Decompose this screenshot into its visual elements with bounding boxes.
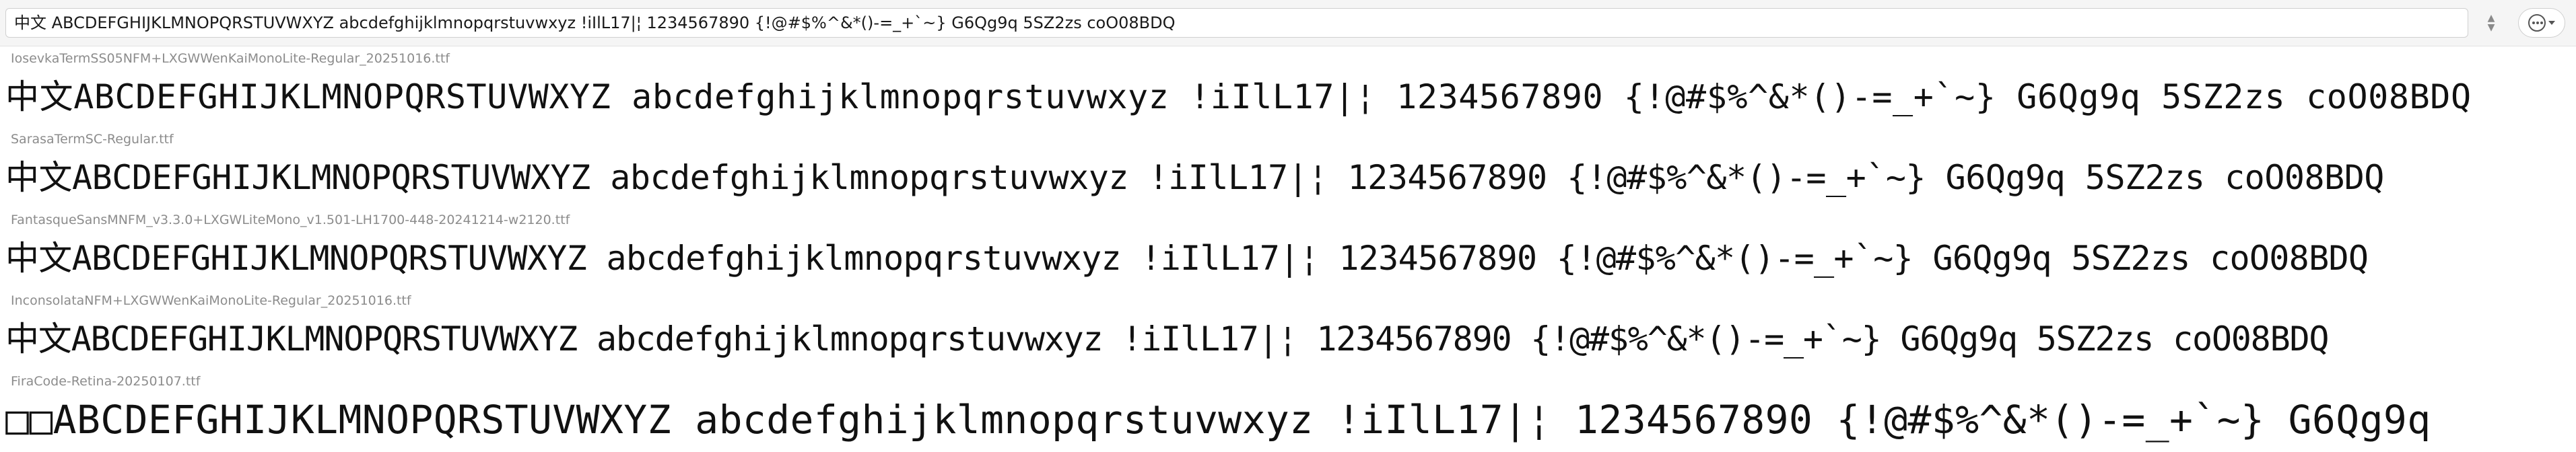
font-preview-text: 中文ABCDEFGHIJKLMNOPQRSTUVWXYZ abcdefghijk… [5, 77, 2472, 116]
chevron-up-icon[interactable]: ▲ [2488, 13, 2495, 23]
font-file-name: InconsolataNFM+LXGWWenKaiMonoLite-Regula… [11, 293, 411, 308]
font-file-name: IosevkaTermSS05NFM+LXGWWenKaiMonoLite-Re… [11, 51, 450, 66]
more-options-button[interactable] [2518, 8, 2565, 38]
font-preview-text: 中文ABCDEFGHIJKLMNOPQRSTUVWXYZ abcdefghijk… [5, 319, 2329, 359]
font-preview-text: 中文ABCDEFGHIJKLMNOPQRSTUVWXYZ abcdefghijk… [5, 158, 2384, 197]
font-sample: InconsolataNFM+LXGWWenKaiMonoLite-Regula… [0, 289, 2576, 370]
size-stepper[interactable]: ▲ ▼ [2478, 9, 2505, 36]
font-preview-text: 中文ABCDEFGHIJKLMNOPQRSTUVWXYZ abcdefghijk… [5, 239, 2369, 278]
font-file-name: SarasaTermSC-Regular.ttf [11, 132, 174, 147]
sample-text-input[interactable]: 中文 ABCDEFGHIJKLMNOPQRSTUVWXYZ abcdefghij… [5, 8, 2468, 38]
font-sample: FantasqueSansMNFM_v3.3.0+LXGWLiteMono_v1… [0, 209, 2576, 289]
chevron-down-icon[interactable]: ▼ [2488, 23, 2495, 32]
font-preview-text: □□ABCDEFGHIJKLMNOPQRSTUVWXYZ abcdefghijk… [5, 397, 2431, 443]
font-file-name: FiraCode-Retina-20250107.ttf [11, 374, 201, 389]
font-file-name: FantasqueSansMNFM_v3.3.0+LXGWLiteMono_v1… [11, 213, 570, 227]
font-sample: SarasaTermSC-Regular.ttf 中文ABCDEFGHIJKLM… [0, 128, 2576, 209]
toolbar: 中文 ABCDEFGHIJKLMNOPQRSTUVWXYZ abcdefghij… [0, 0, 2576, 46]
chevron-down-icon [2548, 21, 2555, 25]
font-sample: IosevkaTermSS05NFM+LXGWWenKaiMonoLite-Re… [0, 47, 2576, 128]
ellipsis-circle-icon [2528, 14, 2546, 32]
font-sample: FiraCode-Retina-20250107.ttf □□ABCDEFGHI… [0, 370, 2576, 451]
